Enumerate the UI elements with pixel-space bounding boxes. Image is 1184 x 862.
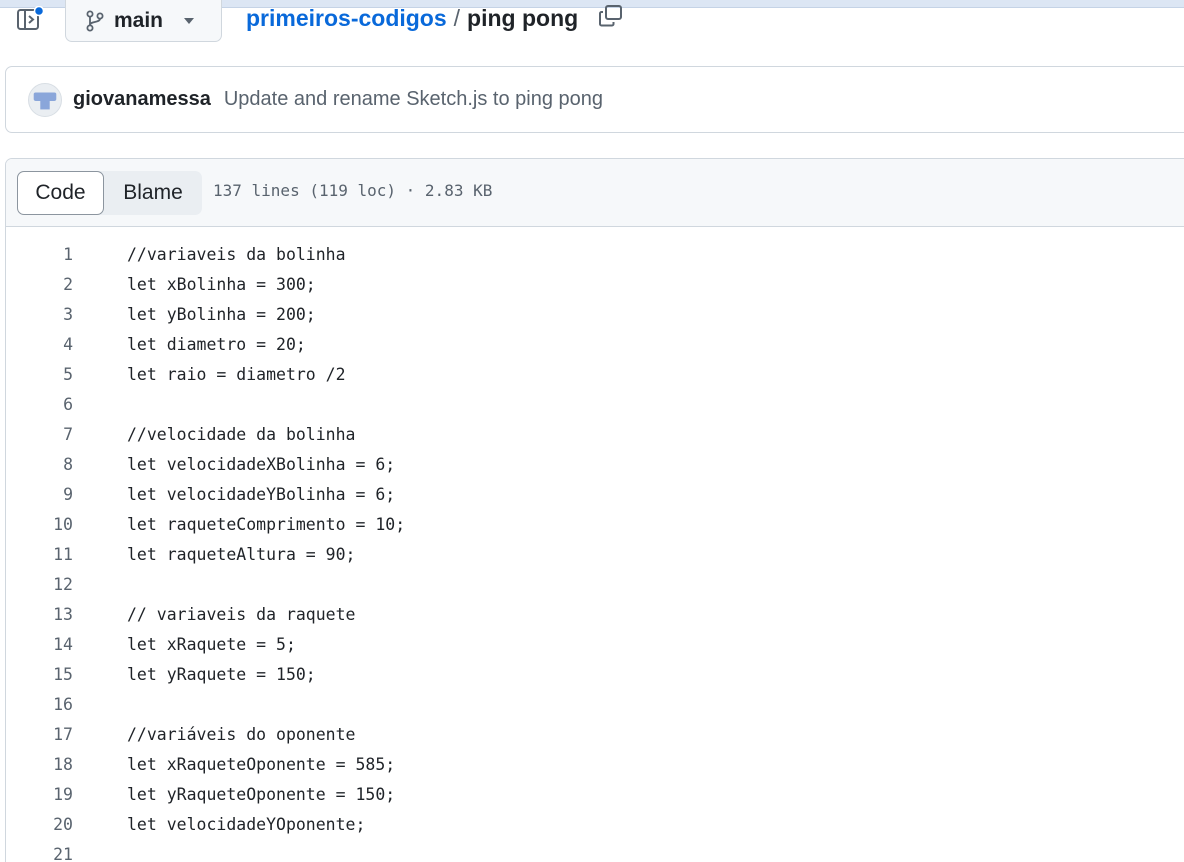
line-code: let xRaqueteOponente = 585; <box>127 754 396 774</box>
code-line: 14 let xRaquete = 5; <box>6 629 1184 659</box>
git-branch-icon <box>86 10 104 31</box>
line-number[interactable]: 14 <box>6 635 73 654</box>
line-number[interactable]: 19 <box>6 785 73 804</box>
line-number[interactable]: 6 <box>6 395 73 414</box>
code-line: 15 let yRaquete = 150; <box>6 659 1184 689</box>
line-code: let diametro = 20; <box>127 334 306 354</box>
code-line: 6 <box>6 389 1184 419</box>
avatar[interactable] <box>28 82 62 117</box>
code-line: 12 <box>6 569 1184 599</box>
branch-name: main <box>114 8 164 32</box>
line-number[interactable]: 5 <box>6 365 73 384</box>
code-line: 4 let diametro = 20; <box>6 329 1184 359</box>
line-code: let yBolinha = 200; <box>127 304 316 324</box>
copy-path-button[interactable] <box>598 4 624 28</box>
line-number[interactable]: 3 <box>6 305 73 324</box>
code-line: 5 let raio = diametro /2 <box>6 359 1184 389</box>
file-header: Code Blame 137 lines (119 loc) · 2.83 KB <box>6 159 1184 227</box>
breadcrumb: primeiros-codigos / ping pong <box>246 2 578 34</box>
line-number[interactable]: 13 <box>6 605 73 624</box>
code-line: 10 let raqueteComprimento = 10; <box>6 509 1184 539</box>
sidebar-toggle-button[interactable] <box>16 6 44 32</box>
file-stats: 137 lines (119 loc) · 2.83 KB <box>213 181 493 200</box>
line-number[interactable]: 11 <box>6 545 73 564</box>
code-line: 3 let yBolinha = 200; <box>6 299 1184 329</box>
latest-commit-box: giovanamessa Update and rename Sketch.js… <box>5 66 1184 133</box>
code-line: 16 <box>6 689 1184 719</box>
line-code: let raqueteComprimento = 10; <box>127 514 406 534</box>
line-code: let velocidadeXBolinha = 6; <box>127 454 396 474</box>
line-number[interactable]: 8 <box>6 455 73 474</box>
code-line: 11 let raqueteAltura = 90; <box>6 539 1184 569</box>
code-line: 8 let velocidadeXBolinha = 6; <box>6 449 1184 479</box>
line-code: //variaveis da bolinha <box>127 244 346 264</box>
line-code: let yRaquete = 150; <box>127 664 316 684</box>
line-number[interactable]: 21 <box>6 845 73 862</box>
line-code: let xBolinha = 300; <box>127 274 316 294</box>
line-code: // variaveis da raquete <box>127 604 356 624</box>
code-line: 17 //variáveis do oponente <box>6 719 1184 749</box>
code-line: 13 // variaveis da raquete <box>6 599 1184 629</box>
code-line: 18 let xRaqueteOponente = 585; <box>6 749 1184 779</box>
user-avatar-icon <box>33 91 57 109</box>
line-code: let raqueteAltura = 90; <box>127 544 356 564</box>
line-number[interactable]: 16 <box>6 695 73 714</box>
line-code: let yRaqueteOponente = 150; <box>127 784 396 804</box>
tab-blame[interactable]: Blame <box>104 171 202 215</box>
code-line: 1 //variaveis da bolinha <box>6 239 1184 269</box>
code-line: 19 let yRaqueteOponente = 150; <box>6 779 1184 809</box>
line-number[interactable]: 10 <box>6 515 73 534</box>
line-code: let velocidadeYBolinha = 6; <box>127 484 396 504</box>
sidebar-expand-icon <box>17 6 44 30</box>
line-number[interactable]: 7 <box>6 425 73 444</box>
line-number[interactable]: 12 <box>6 575 73 594</box>
line-number[interactable]: 18 <box>6 755 73 774</box>
line-number[interactable]: 15 <box>6 665 73 684</box>
line-code: let raio = diametro /2 <box>127 364 346 384</box>
line-code: //variáveis do oponente <box>127 724 356 744</box>
code-line: 20 let velocidadeYOponente; <box>6 809 1184 839</box>
commit-author[interactable]: giovanamessa <box>73 88 211 111</box>
line-number[interactable]: 20 <box>6 815 73 834</box>
code-line: 7 //velocidade da bolinha <box>6 419 1184 449</box>
line-number[interactable]: 9 <box>6 485 73 504</box>
commit-message[interactable]: Update and rename Sketch.js to ping pong <box>224 88 603 111</box>
code-line: 9 let velocidadeYBolinha = 6; <box>6 479 1184 509</box>
line-number[interactable]: 17 <box>6 725 73 744</box>
line-number[interactable]: 2 <box>6 275 73 294</box>
code-lines: 1 //variaveis da bolinha 2 let xBolinha = 3… <box>6 239 1184 862</box>
line-code: let xRaquete = 5; <box>127 634 296 654</box>
code-line: 21 <box>6 839 1184 862</box>
branch-selector-button[interactable]: main <box>65 0 222 42</box>
breadcrumb-separator: / <box>453 4 461 31</box>
tab-code[interactable]: Code <box>17 171 104 215</box>
repo-link[interactable]: primeiros-codigos <box>246 5 447 32</box>
file-viewer: Code Blame 137 lines (119 loc) · 2.83 KB… <box>5 158 1184 862</box>
caret-down-icon <box>184 17 195 24</box>
line-code: let velocidadeYOponente; <box>127 814 366 834</box>
file-name: ping pong <box>467 4 579 31</box>
notification-dot <box>33 6 44 17</box>
line-number[interactable]: 1 <box>6 245 73 264</box>
view-mode-toggle: Code Blame <box>17 171 202 215</box>
copy-icon <box>599 5 622 27</box>
line-code: //velocidade da bolinha <box>127 424 356 444</box>
line-number[interactable]: 4 <box>6 335 73 354</box>
code-line: 2 let xBolinha = 300; <box>6 269 1184 299</box>
